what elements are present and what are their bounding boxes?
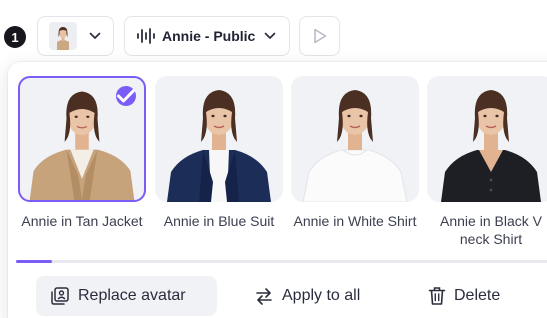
avatar-image bbox=[291, 76, 419, 202]
avatar-name: Annie in Tan Jacket bbox=[21, 213, 143, 229]
horizontal-scrollbar[interactable] bbox=[16, 260, 547, 263]
trash-icon bbox=[428, 287, 446, 305]
replace-avatar-icon bbox=[51, 287, 69, 305]
avatar-image bbox=[18, 76, 146, 202]
play-icon bbox=[313, 28, 326, 44]
avatar-image bbox=[427, 76, 547, 202]
avatar-card-black-v-neck[interactable]: Annie in Black V neck Shirt bbox=[427, 76, 547, 248]
chevron-down-icon bbox=[89, 32, 101, 39]
avatar-card-list: Annie in Tan Jacket Annie in Blue Suit A… bbox=[18, 76, 547, 248]
selected-check-icon bbox=[116, 86, 136, 106]
avatar-thumbnail bbox=[49, 22, 77, 50]
avatar-card-white-shirt[interactable]: Annie in White Shirt bbox=[291, 76, 419, 230]
voice-label: Annie - Public bbox=[162, 28, 256, 44]
apply-to-all-button[interactable]: Apply to all bbox=[254, 276, 360, 316]
avatar-select-dropdown[interactable] bbox=[37, 16, 114, 56]
swap-arrows-icon bbox=[256, 288, 272, 305]
replace-avatar-button[interactable]: Replace avatar bbox=[36, 276, 217, 316]
delete-label: Delete bbox=[454, 287, 501, 304]
avatar-name: Annie in Blue Suit bbox=[163, 213, 275, 229]
waveform-icon bbox=[137, 28, 155, 44]
avatar-card-tan-jacket[interactable]: Annie in Tan Jacket bbox=[18, 76, 146, 230]
replace-avatar-label: Replace avatar bbox=[78, 287, 186, 304]
step-number-badge: 1 bbox=[4, 26, 26, 48]
avatar-picker-panel: Annie in Tan Jacket Annie in Blue Suit A… bbox=[8, 62, 547, 318]
avatar-name: Annie in Black V neck Shirt bbox=[440, 213, 542, 247]
delete-button[interactable]: Delete bbox=[428, 276, 500, 316]
voice-select-dropdown[interactable]: Annie - Public bbox=[124, 16, 290, 56]
scrollbar-thumb[interactable] bbox=[16, 260, 52, 263]
chevron-down-icon bbox=[264, 32, 276, 39]
avatar-image bbox=[155, 76, 283, 202]
avatar-name: Annie in White Shirt bbox=[293, 213, 417, 229]
apply-to-all-label: Apply to all bbox=[282, 287, 361, 304]
avatar-card-blue-suit[interactable]: Annie in Blue Suit bbox=[155, 76, 283, 230]
play-button[interactable] bbox=[299, 16, 340, 56]
